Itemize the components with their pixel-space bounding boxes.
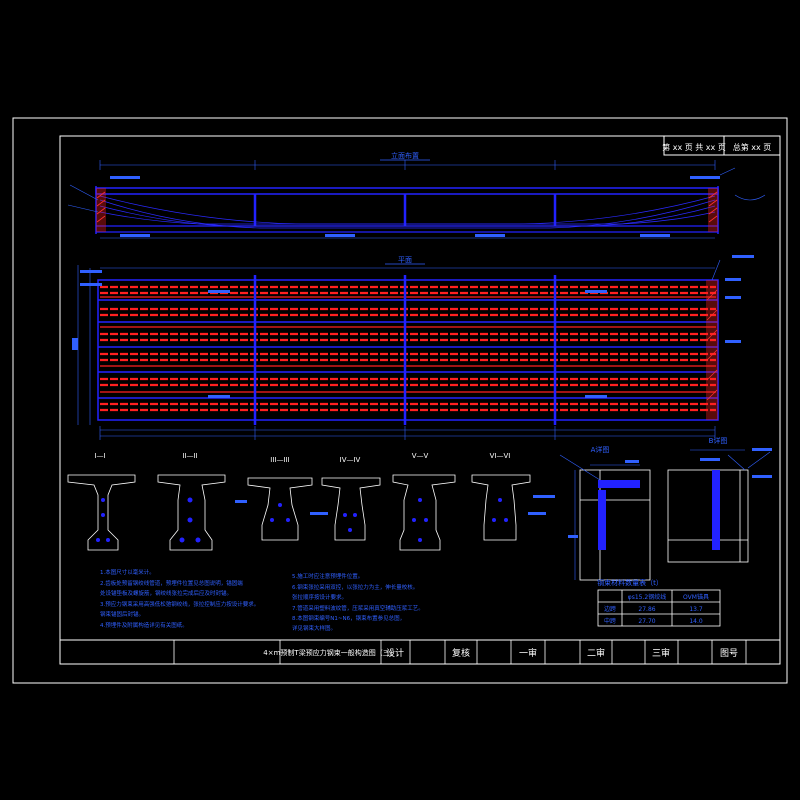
page-header: 第 xx 页 共 xx 页 总第 xx 页 [662,135,781,156]
elevation-view: 立面布置 [67,151,766,239]
note-line: 1.本图尺寸以毫米计。 [100,568,155,576]
note-line: 8.本图钢束编号N1~N6，钢束布置参见总图， [292,614,405,622]
detail-views: A详图 B详图 [533,436,772,581]
page-info: 第 xx 页 共 xx 页 [662,142,726,152]
review1-label: 一审 [519,647,537,659]
note-line: 处设锚垫板及螺旋筋，钢绞线张拉完成后应及时封锚。 [100,589,232,597]
plan-view: 平面 [72,255,754,440]
note-line: 4.预埋件及附属构造详见有关图纸。 [100,621,188,629]
section-label-4: IV—IV [340,456,361,464]
note-line: 钢束锚固后封锚。 [100,610,144,618]
note-line: 6.钢束张拉采用双控，以张拉力为主，伸长量校核。 [292,583,418,591]
section-label-1: I—I [94,452,105,460]
material-table-cell: 边跨 [604,605,616,613]
material-table-cell: 14.0 [689,618,703,625]
note-line: 7.管道采用塑料波纹管，压浆采用真空辅助压浆工艺。 [292,604,424,612]
material-table-header-2: OVM锚具 [683,593,709,601]
cross-sections: I—I II—II III—III IV—IV V—V VI—VI [67,452,546,551]
note-line: 详见钢束大样图。 [292,624,336,632]
recheck-label: 复核 [452,647,470,659]
notes-right: 5.施工时应注意预埋件位置。 6.钢束张拉采用双控，以张拉力为主，伸长量校核。 … [292,572,424,632]
detail-a-label: A详图 [591,445,610,454]
design-label: 设计 [386,647,404,659]
note-line: 3.预应力钢束采用高强低松弛钢绞线，张拉控制应力按设计要求。 [100,600,259,608]
review2-label: 二审 [587,647,605,659]
sheet-info: 总第 xx 页 [733,142,772,152]
material-table-title: 钢束材料数量表（t） [597,578,663,587]
drawing-number-label: 图号 [720,648,738,659]
section-label-5: V—V [412,452,429,460]
material-table-cell: 中跨 [604,617,616,625]
section-label-2: II—II [182,452,197,460]
drawing-title: 4×m预制T梁预应力钢束一般构造图（三） [263,648,396,657]
notes-left: 1.本图尺寸以毫米计。 2.齿板处预留钢绞线管道，预埋件位置见总图说明，锚固端 … [100,568,259,629]
detail-b-label: B详图 [709,436,728,445]
material-table-header-1: φs15.2钢绞线 [628,593,666,601]
material-table: 钢束材料数量表（t） φs15.2钢绞线 OVM锚具 边跨 27.86 13.7… [597,578,721,627]
note-line: 张拉顺序按设计要求。 [292,593,347,601]
plan-title: 平面 [398,256,412,264]
note-line: 2.齿板处预留钢绞线管道，预埋件位置见总图说明，锚固端 [100,579,243,587]
material-table-cell: 27.86 [638,606,655,613]
elevation-title: 立面布置 [391,151,419,160]
drawing-sheet: 第 xx 页 共 xx 页 总第 xx 页 立面布置 平面 I—I II—II … [12,117,788,684]
section-label-6: VI—VI [490,452,511,460]
material-table-cell: 13.7 [689,606,703,613]
review3-label: 三审 [652,647,670,659]
note-line: 5.施工时应注意预埋件位置。 [292,572,363,580]
section-label-3: III—III [270,456,289,464]
title-block: 4×m预制T梁预应力钢束一般构造图（三） 设计 复核 一审 二审 三审 图号 [59,639,781,665]
material-table-cell: 27.70 [638,618,655,625]
